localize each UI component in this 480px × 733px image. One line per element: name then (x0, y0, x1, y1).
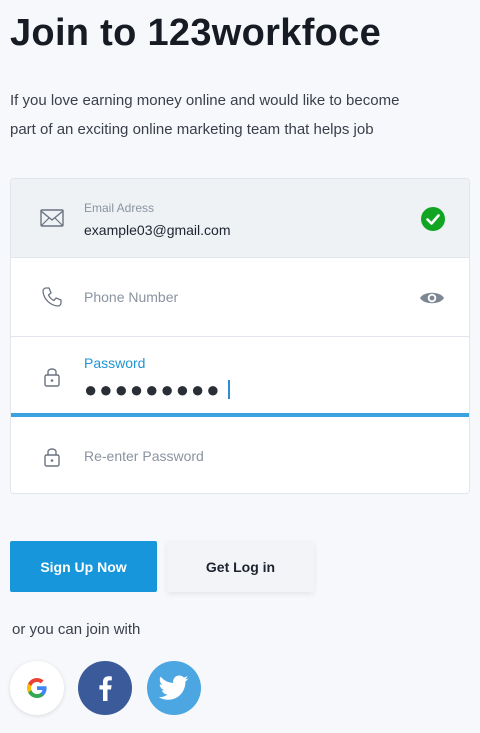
text-caret (227, 380, 230, 399)
signup-form: Email Adress example03@gmail.com Phone N… (10, 178, 470, 494)
phone-icon (39, 284, 65, 310)
confirm-password-placeholder: Re-enter Password (84, 448, 204, 464)
eye-icon[interactable] (419, 288, 445, 308)
password-label: Password (84, 355, 146, 371)
email-value[interactable]: example03@gmail.com (84, 222, 231, 238)
twitter-login-button[interactable] (147, 661, 201, 715)
email-field[interactable]: Email Adress example03@gmail.com (11, 179, 469, 258)
envelope-icon (39, 205, 65, 231)
intro-text: If you love earning money online and wou… (10, 86, 430, 144)
intro-line-1: If you love earning money online and wou… (10, 92, 400, 109)
google-login-button[interactable] (10, 661, 64, 715)
password-value[interactable]: ●●●●●●●●● (84, 377, 230, 403)
email-label: Email Adress (84, 201, 155, 215)
sign-up-button[interactable]: Sign Up Now (10, 541, 157, 592)
lock-icon (39, 364, 65, 390)
phone-placeholder: Phone Number (84, 289, 179, 305)
password-field[interactable]: Password ●●●●●●●●● (11, 337, 469, 417)
page-title: Join to 123workfoce (10, 12, 382, 54)
check-circle-icon (421, 207, 445, 231)
password-mask: ●●●●●●●●● (84, 377, 222, 402)
log-in-button[interactable]: Get Log in (167, 541, 314, 592)
facebook-login-button[interactable] (78, 661, 132, 715)
lock-icon (39, 444, 65, 470)
phone-field[interactable]: Phone Number (11, 258, 469, 337)
intro-line-2: part of an exciting online marketing tea… (10, 121, 374, 138)
social-prompt: or you can join with (12, 621, 141, 638)
confirm-password-field[interactable]: Re-enter Password (11, 417, 469, 493)
